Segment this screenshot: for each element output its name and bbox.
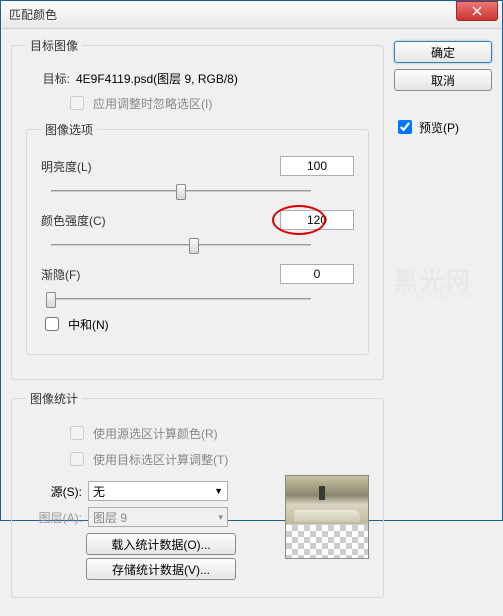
preview-checkbox[interactable] [398,120,412,134]
match-color-dialog: 匹配颜色 目标图像 目标: 4E9F4119.psd(图层 9, RGB/8) … [0,0,503,521]
use-source-selection-label: 使用源选区计算颜色(R) [93,425,218,442]
close-icon [472,6,482,16]
fade-label: 渐隐(F) [41,266,141,283]
source-label: 源(S): [26,483,82,500]
use-target-selection-label: 使用目标选区计算调整(T) [93,451,228,468]
save-stats-button[interactable]: 存储统计数据(V)... [86,558,236,580]
close-button[interactable] [456,1,498,21]
luminance-input[interactable] [280,156,354,176]
layer-label: 图层(A): [26,509,82,526]
color-intensity-label: 颜色强度(C) [41,212,141,229]
dialog-body: 目标图像 目标: 4E9F4119.psd(图层 9, RGB/8) 应用调整时… [1,29,502,616]
use-source-selection-checkbox[interactable] [70,426,84,440]
thumbnail-transparency [286,525,368,558]
ignore-selection-label: 应用调整时忽略选区(I) [93,95,212,112]
luminance-slider[interactable] [51,190,311,192]
fade-input[interactable] [280,264,354,284]
left-column: 目标图像 目标: 4E9F4119.psd(图层 9, RGB/8) 应用调整时… [11,37,384,608]
image-options-legend: 图像选项 [41,121,97,138]
source-value: 无 [93,483,105,500]
load-stats-button[interactable]: 载入统计数据(O)... [86,533,236,555]
image-stats-legend: 图像统计 [26,390,82,407]
thumbnail-image [286,476,368,525]
target-image-legend: 目标图像 [26,37,82,54]
target-image-group: 目标图像 目标: 4E9F4119.psd(图层 9, RGB/8) 应用调整时… [11,37,384,380]
titlebar: 匹配颜色 [1,1,502,29]
image-stats-group: 图像统计 使用源选区计算颜色(R) 使用目标选区计算调整(T) 源(S): 无 [11,390,384,598]
right-column: 确定 取消 预览(P) [394,37,492,608]
preview-thumbnail [285,475,369,559]
luminance-label: 明亮度(L) [41,158,141,175]
neutralize-label: 中和(N) [68,316,109,333]
use-target-selection-checkbox[interactable] [70,452,84,466]
ignore-selection-checkbox[interactable] [70,96,84,110]
layer-value: 图层 9 [93,509,127,526]
color-intensity-slider[interactable] [51,244,311,246]
image-options-group: 图像选项 明亮度(L) 颜色强度(C) 渐隐(F) [26,121,369,355]
neutralize-checkbox[interactable] [45,317,59,331]
layer-select: 图层 9 ▾ [88,507,228,527]
target-label: 目标: [26,70,70,87]
color-intensity-input[interactable] [280,210,354,230]
cancel-button[interactable]: 取消 [394,69,492,91]
fade-slider[interactable] [51,298,311,300]
window-title: 匹配颜色 [9,6,456,23]
chevron-down-icon: ▼ [214,486,223,496]
preview-label: 预览(P) [419,119,459,136]
ok-button[interactable]: 确定 [394,41,492,63]
target-value: 4E9F4119.psd(图层 9, RGB/8) [76,70,238,87]
source-select[interactable]: 无 ▼ [88,481,228,501]
